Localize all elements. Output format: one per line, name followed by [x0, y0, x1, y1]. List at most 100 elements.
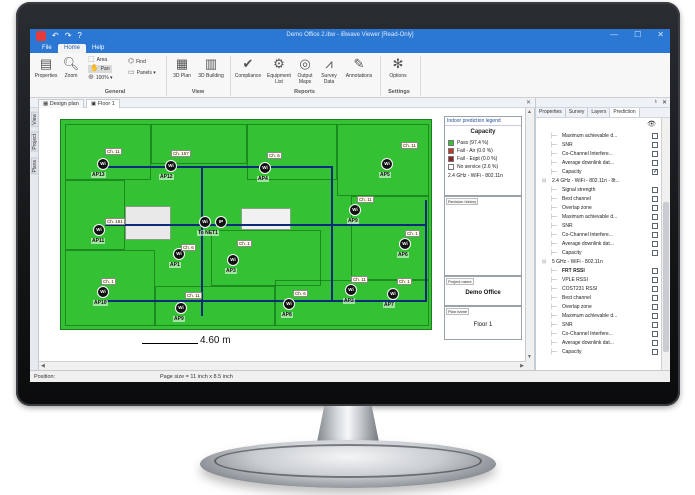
- panels-button[interactable]: ▭ Panels ▾: [128, 69, 156, 77]
- tree-row[interactable]: ├─ Co-Channel Interfere...: [536, 231, 662, 239]
- side-tab-project[interactable]: Project: [31, 132, 39, 152]
- access-point-icon[interactable]: Wi: [175, 302, 187, 314]
- side-tab-plans[interactable]: Plans: [31, 158, 39, 175]
- canvas-horizontal-scrollbar[interactable]: ◀ ▶: [39, 361, 526, 370]
- tree-row[interactable]: ⊟ 2.4 GHz - WiFi - 802.11n - 8t...: [536, 177, 662, 185]
- zoom-button[interactable]: 🔍︎ Zoom: [62, 57, 80, 80]
- visibility-checkbox[interactable]: [652, 205, 658, 211]
- menu-file[interactable]: File: [36, 44, 58, 53]
- visibility-checkbox[interactable]: [652, 151, 658, 157]
- menu-home[interactable]: Home: [58, 44, 87, 53]
- scroll-left-icon[interactable]: ◀: [41, 363, 45, 369]
- close-panel-icon[interactable]: ✕: [662, 99, 667, 106]
- access-point-icon[interactable]: Wi: [97, 286, 109, 298]
- tab-floor-1[interactable]: ▣ Floor 1: [86, 99, 120, 108]
- tree-row[interactable]: ├─ Average downlink dat...: [536, 240, 662, 248]
- floor-plan[interactable]: Wi AP13 Ch. 11 Wi AP12 Ch. 157 Wi AP4 Ch…: [60, 119, 432, 330]
- visibility-checkbox[interactable]: [652, 196, 658, 202]
- visibility-checkbox[interactable]: ✓: [652, 169, 658, 175]
- access-point-icon[interactable]: Wi: [381, 158, 393, 170]
- tab-properties[interactable]: Properties: [536, 108, 566, 117]
- tree-row[interactable]: ├─ Co-Channel Interfere...: [536, 150, 662, 158]
- tree-row[interactable]: ├─ Capacity: [536, 249, 662, 257]
- tree-row[interactable]: ├─ Capacity ✓: [536, 168, 662, 176]
- close-document-icon[interactable]: ✕: [526, 99, 531, 106]
- tree-row[interactable]: ├─ SNR: [536, 321, 662, 329]
- properties-button[interactable]: ▤ Properties: [34, 57, 58, 80]
- visibility-checkbox[interactable]: [652, 331, 658, 337]
- tree-row[interactable]: ├─ Overlap zone: [536, 204, 662, 212]
- visibility-checkbox[interactable]: [652, 286, 658, 292]
- equipment-list-button[interactable]: ⚙ Equipment List: [265, 57, 293, 86]
- visibility-checkbox[interactable]: [652, 349, 658, 355]
- tree-row[interactable]: ├─ Capacity: [536, 348, 662, 356]
- pan-button[interactable]: ✋ Pan: [88, 65, 112, 73]
- panel-scrollbar[interactable]: [661, 118, 670, 370]
- access-point-icon[interactable]: Wi: [165, 160, 177, 172]
- access-point-icon[interactable]: Wi: [199, 216, 211, 228]
- tab-design-plan[interactable]: ▦ Design plan: [38, 99, 84, 108]
- visibility-checkbox[interactable]: [652, 160, 658, 166]
- visibility-checkbox[interactable]: [652, 250, 658, 256]
- menu-help[interactable]: Help: [86, 44, 110, 53]
- visibility-checkbox[interactable]: [652, 277, 658, 283]
- scroll-up-icon[interactable]: ▲: [527, 109, 532, 115]
- tree-row[interactable]: ├─ VPLE RSSI: [536, 276, 662, 284]
- tab-survey[interactable]: Survey: [566, 108, 589, 117]
- tree-row[interactable]: ├─ FRT RSSI: [536, 267, 662, 275]
- find-button[interactable]: ⌬ Find: [128, 58, 146, 66]
- access-point-icon[interactable]: Wi: [399, 238, 411, 250]
- visibility-checkbox[interactable]: [652, 295, 658, 301]
- building-3d-button[interactable]: ▥ 3D Building: [196, 57, 226, 80]
- access-point-icon[interactable]: Wi: [227, 254, 239, 266]
- close-icon[interactable]: ✕: [657, 30, 664, 39]
- access-point-icon[interactable]: Wi: [97, 158, 109, 170]
- tree-row[interactable]: ├─ Co-Channel Interfere...: [536, 330, 662, 338]
- compliance-button[interactable]: ✔ Compliance: [233, 57, 263, 80]
- pin-icon[interactable]: ♁: [654, 99, 659, 105]
- maximize-icon[interactable]: ☐: [634, 30, 641, 39]
- visibility-checkbox[interactable]: [652, 304, 658, 310]
- visibility-checkbox[interactable]: [652, 142, 658, 148]
- area-button[interactable]: ⬚ Area: [88, 56, 107, 64]
- visibility-checkbox[interactable]: [652, 340, 658, 346]
- access-point-icon[interactable]: Wi: [283, 298, 295, 310]
- tree-row[interactable]: ├─ Signal strength: [536, 186, 662, 194]
- tree-row[interactable]: ├─ Maximum achievable d...: [536, 132, 662, 140]
- side-tab-view[interactable]: View: [31, 112, 39, 127]
- annotations-button[interactable]: ✎ Annotations: [342, 57, 376, 80]
- tree-row[interactable]: ├─ SNR: [536, 141, 662, 149]
- visibility-checkbox[interactable]: [652, 268, 658, 274]
- ip-node-icon[interactable]: IP: [215, 216, 227, 228]
- scroll-right-icon[interactable]: ▶: [520, 363, 524, 369]
- tree-row[interactable]: ├─ COST231 RSSI: [536, 285, 662, 293]
- visibility-checkbox[interactable]: [652, 241, 658, 247]
- zoom-level-dropdown[interactable]: ⊕ 100% ▾: [88, 74, 113, 82]
- tree-row[interactable]: ├─ Overlap zone: [536, 303, 662, 311]
- survey-data-button[interactable]: ⩘ Survey Data: [318, 57, 340, 86]
- options-button[interactable]: ✻ Options: [386, 57, 410, 80]
- tree-row[interactable]: ⊟ 5 GHz - WiFi - 802.11n: [536, 258, 662, 266]
- access-point-icon[interactable]: Wi: [349, 204, 361, 216]
- tree-row[interactable]: ├─ Best channel: [536, 195, 662, 203]
- panel-scroll-thumb[interactable]: [663, 202, 669, 352]
- visibility-checkbox[interactable]: [652, 313, 658, 319]
- visibility-checkbox[interactable]: [652, 322, 658, 328]
- access-point-icon[interactable]: Wi: [345, 284, 357, 296]
- tree-row[interactable]: ├─ SNR: [536, 222, 662, 230]
- output-maps-button[interactable]: ◎ Output Maps: [294, 57, 316, 86]
- tree-row[interactable]: ├─ Maximum achievable d...: [536, 213, 662, 221]
- tree-row[interactable]: ├─ Average downlink dat...: [536, 339, 662, 347]
- tree-row[interactable]: ├─ Average downlink dat...: [536, 159, 662, 167]
- visibility-checkbox[interactable]: [652, 232, 658, 238]
- visibility-checkbox[interactable]: [652, 187, 658, 193]
- visibility-checkbox[interactable]: [652, 133, 658, 139]
- access-point-icon[interactable]: Wi: [387, 288, 399, 300]
- access-point-icon[interactable]: Wi: [259, 162, 271, 174]
- canvas-vertical-scrollbar[interactable]: ▲ ▼: [526, 108, 535, 370]
- minimize-icon[interactable]: —: [610, 30, 618, 39]
- visibility-checkbox[interactable]: [652, 214, 658, 220]
- tab-prediction[interactable]: Prediction: [610, 108, 640, 117]
- tree-row[interactable]: ├─ Best channel: [536, 294, 662, 302]
- access-point-icon[interactable]: Wi: [93, 224, 105, 236]
